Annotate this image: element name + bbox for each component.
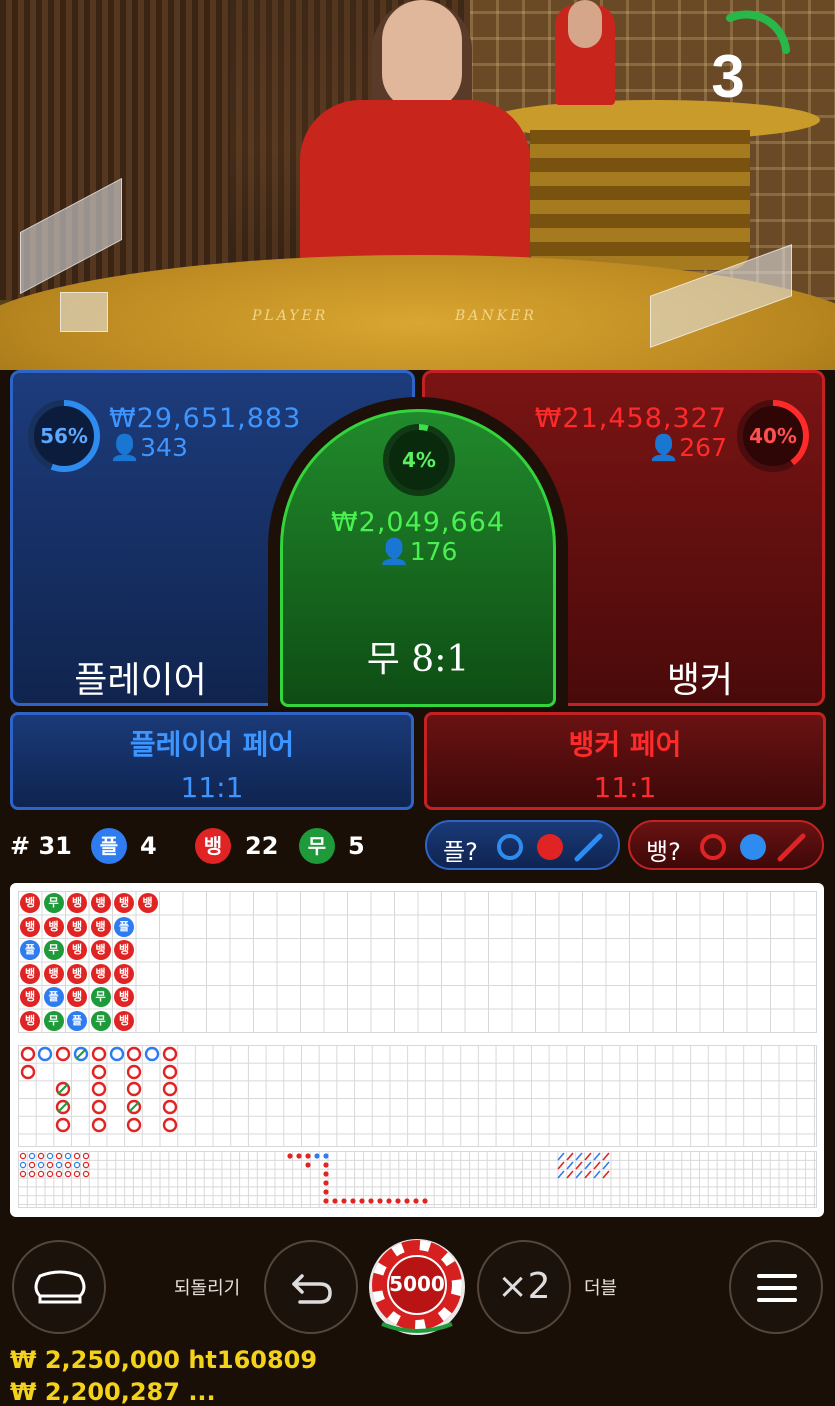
background-table-base — [530, 130, 750, 270]
predict-symbols-icon — [497, 833, 603, 862]
bead-result: 뱅 — [114, 963, 134, 984]
bead-result: 뱅 — [114, 940, 134, 960]
table-view-button[interactable] — [12, 1240, 106, 1334]
bead-result: 무 — [43, 893, 64, 913]
predict-symbols-icon — [700, 833, 806, 862]
banker-pair-odds: 11:1 — [593, 771, 657, 804]
double-label: 더블 — [584, 1278, 618, 1299]
bet-area: 56% ₩29,651,883 👤343 플레이어 40% ₩21,458,32… — [0, 365, 835, 707]
player-predict-label: 플? — [443, 838, 478, 866]
bead-result: 뱅 — [114, 987, 134, 1007]
bead-result: 뱅 — [137, 893, 158, 913]
banker-win-count: 22 — [245, 832, 279, 860]
tie-bettor-count-value: 176 — [409, 537, 458, 566]
banker-pair-title: 뱅커 페어 — [568, 728, 682, 761]
tie-label: 무 8:1 — [366, 639, 470, 680]
person-icon: 👤 — [648, 433, 680, 462]
undo-label: 되돌리기 — [174, 1278, 241, 1299]
bead-result: 뱅 — [90, 916, 111, 937]
bead-result: 무 — [90, 1010, 111, 1031]
player-pair-bet[interactable]: 플레이어 페어 11:1 — [10, 712, 414, 810]
bead-result: 플 — [114, 916, 134, 937]
bead-result: 뱅 — [90, 893, 111, 913]
player-bettor-count-value: 343 — [140, 433, 188, 462]
bead-result: 뱅 — [67, 963, 87, 984]
tie-win-badge: 무 — [299, 828, 335, 864]
bead-result: 플 — [43, 987, 64, 1007]
double-symbol: ×2 — [497, 1266, 551, 1307]
chip-selector[interactable]: 5000 — [368, 1236, 466, 1338]
banker-percent: 40% — [749, 424, 797, 448]
person-icon: 👤 — [109, 433, 141, 462]
scoreboard-roadmaps: 뱅뱅플뱅뱅뱅무뱅무뱅플무뱅뱅뱅뱅뱅플뱅뱅뱅뱅무무뱅플뱅뱅뱅뱅뱅 — [10, 883, 824, 1217]
big-road — [20, 1046, 178, 1133]
bead-result: 무 — [43, 1010, 64, 1031]
banker-predict-button[interactable]: 뱅? — [628, 820, 824, 870]
bead-result: 뱅 — [43, 963, 64, 984]
banker-label: 뱅커 — [666, 660, 734, 701]
bead-result: 플 — [20, 940, 40, 960]
card-box — [60, 292, 108, 332]
tie-win-count: 5 — [348, 832, 365, 860]
player-pair-odds: 11:1 — [180, 771, 244, 804]
bead-result: 뱅 — [20, 1010, 40, 1031]
player-pair-title: 플레이어 페어 — [129, 728, 295, 761]
bead-result: 뱅 — [67, 916, 87, 937]
bead-result: 뱅 — [67, 940, 87, 960]
bead-result: 뱅 — [20, 916, 40, 937]
banker-bettor-count: 👤267 — [648, 433, 727, 463]
bead-result: 뱅 — [90, 963, 111, 984]
balance-display: ₩ 2,250,000 ht160809 — [10, 1346, 318, 1374]
tie-percent: 4% — [402, 448, 436, 472]
hamburger-menu-icon — [757, 1274, 797, 1302]
tie-bet-spot[interactable]: 4% ₩2,049,664 👤176 무 8:1 — [280, 409, 556, 707]
bead-result: 뱅 — [90, 940, 111, 960]
balance-display-secondary: ₩ 2,200,287 ... — [10, 1378, 216, 1406]
player-win-count: 4 — [140, 832, 157, 860]
bead-result: 무 — [90, 987, 111, 1007]
banker-predict-label: 뱅? — [646, 838, 681, 866]
banker-pair-bet[interactable]: 뱅커 페어 11:1 — [424, 712, 826, 810]
bead-result: 플 — [67, 1010, 87, 1031]
person-icon: 👤 — [378, 537, 410, 566]
banker-total-amount: ₩21,458,327 — [534, 403, 727, 434]
bead-result: 뱅 — [20, 987, 40, 1007]
bead-result: 뱅 — [20, 893, 40, 913]
dealer-face — [382, 0, 462, 110]
player-win-badge: 플 — [91, 828, 127, 864]
table-text-banker: BANKER — [455, 308, 537, 324]
bead-result: 뱅 — [20, 963, 40, 984]
player-bettor-count: 👤343 — [109, 433, 188, 463]
derived-roads — [19, 1152, 610, 1204]
bead-result: 뱅 — [114, 893, 134, 913]
tie-bettor-count: 👤176 — [283, 537, 553, 567]
menu-button[interactable] — [729, 1240, 823, 1334]
double-button[interactable]: ×2 — [477, 1240, 571, 1334]
player-percent: 56% — [40, 424, 88, 448]
player-predict-button[interactable]: 플? — [425, 820, 620, 870]
chip-value: 5000 — [389, 1272, 445, 1296]
live-video-feed: PLAYER BANKER 3 — [0, 0, 835, 370]
bead-result: 뱅 — [43, 916, 64, 937]
undo-icon — [292, 1274, 332, 1304]
table-icon — [34, 1270, 86, 1304]
tie-total-amount: ₩2,049,664 — [330, 507, 506, 538]
bead-plate-grid — [18, 891, 817, 1033]
bead-result: 무 — [43, 940, 64, 960]
countdown-timer: 3 — [711, 43, 745, 110]
bead-result: 뱅 — [67, 893, 87, 913]
banker-bettor-count-value: 267 — [679, 433, 727, 462]
tie-bet-frame: 4% ₩2,049,664 👤176 무 8:1 — [268, 397, 568, 707]
player-total-amount: ₩29,651,883 — [109, 403, 302, 434]
bead-result: 뱅 — [67, 987, 87, 1007]
table-text-player: PLAYER — [252, 308, 329, 324]
round-number: # 31 — [10, 832, 72, 860]
player-label: 플레이어 — [74, 660, 207, 701]
banker-win-badge: 뱅 — [195, 828, 231, 864]
undo-button[interactable] — [264, 1240, 358, 1334]
bead-result: 뱅 — [114, 1010, 134, 1031]
